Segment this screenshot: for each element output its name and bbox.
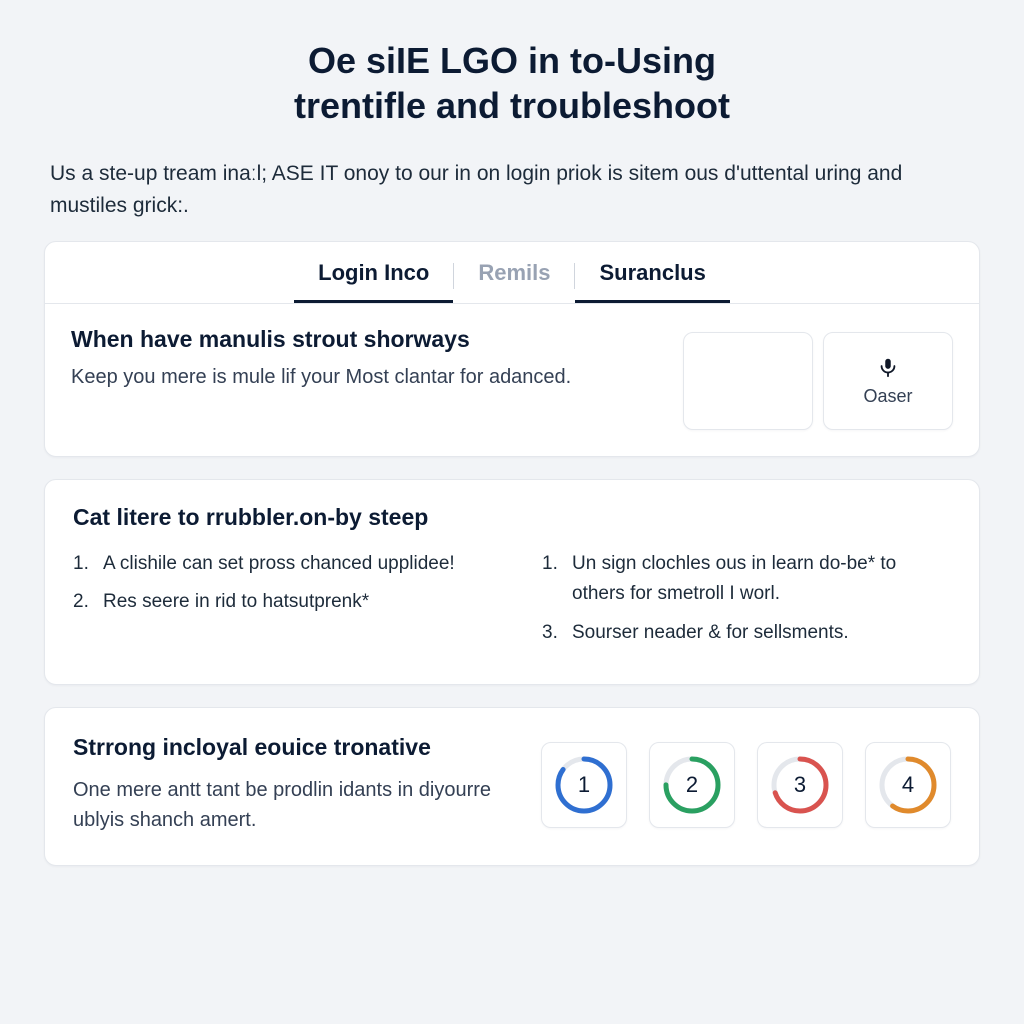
- progress-number: 4: [878, 755, 938, 815]
- step-text: A clishile can set pross chanced upplide…: [103, 549, 455, 579]
- page-title: Oe siIE LGO in to-Using trentifle and tr…: [172, 38, 852, 128]
- progress-number: 3: [770, 755, 830, 815]
- action-blank-button[interactable]: .: [683, 332, 813, 430]
- title-line-1: Oe siIE LGO in to-Using: [308, 40, 716, 81]
- steps-card: Cat litere to rrubbler.on-by steep 1. A c…: [44, 479, 980, 685]
- section2-heading: Cat litere to rrubbler.on-by steep: [73, 504, 951, 531]
- steps-left-col: 1. A clishile can set pross chanced uppli…: [73, 549, 482, 656]
- progress-circle-2: 2: [649, 742, 735, 828]
- title-line-2: trentifle and troubleshoot: [294, 85, 730, 126]
- progress-circle-3: 3: [757, 742, 843, 828]
- action-label: Oaser: [863, 386, 912, 407]
- section3-heading: Strrong incloyal eouice tronative: [73, 734, 515, 761]
- steps-right-col: 1.Un sign clochles ous in learn do-be* t…: [542, 549, 951, 656]
- circles-card: Strrong incloyal eouice tronative One me…: [44, 707, 980, 866]
- list-item: 1.Un sign clochles ous in learn do-be* t…: [542, 549, 951, 610]
- list-item: 2. Res seere in rid to hatsutprenk*: [73, 587, 482, 617]
- progress-circle-4: 4: [865, 742, 951, 828]
- mic-icon: [877, 356, 899, 378]
- section1-heading: When have manulis strout shorways: [71, 326, 663, 353]
- step-number: 1.: [73, 549, 93, 579]
- tab-login-inco[interactable]: Login Inco: [294, 260, 453, 303]
- step-text: Sourser neader & for sellsments.: [572, 618, 849, 648]
- progress-number: 2: [662, 755, 722, 815]
- action-group: . Oaser: [683, 332, 953, 430]
- list-item: 3. Sourser neader & for sellsments.: [542, 618, 951, 648]
- section1-body: Keep you mere is mule lif your Most clan…: [71, 363, 663, 392]
- intro-paragraph: Us a ste‑up tream inaːl; ASE IT onoy to …: [50, 158, 974, 221]
- step-number: 2.: [73, 587, 93, 617]
- tab-remils[interactable]: Remils: [454, 260, 574, 303]
- tabs-row: Login IncoRemilsSuranclus: [45, 242, 979, 304]
- tab-suranclus[interactable]: Suranclus: [575, 260, 729, 303]
- progress-circle-1: 1: [541, 742, 627, 828]
- tabs-card: Login IncoRemilsSuranclus When have manu…: [44, 241, 980, 457]
- progress-number: 1: [554, 755, 614, 815]
- progress-circles-row: 1234: [541, 742, 951, 828]
- step-text: Res seere in rid to hatsutprenk*: [103, 587, 369, 617]
- list-item: 1. A clishile can set pross chanced uppli…: [73, 549, 482, 579]
- step-text: Un sign clochles ous in learn do-be* to …: [572, 549, 951, 610]
- step-number: 3.: [542, 618, 562, 648]
- action-oaser-button[interactable]: Oaser: [823, 332, 953, 430]
- section3-body: One mere antt tant be prodlin idants in …: [73, 775, 515, 835]
- step-number: 1.: [542, 549, 562, 610]
